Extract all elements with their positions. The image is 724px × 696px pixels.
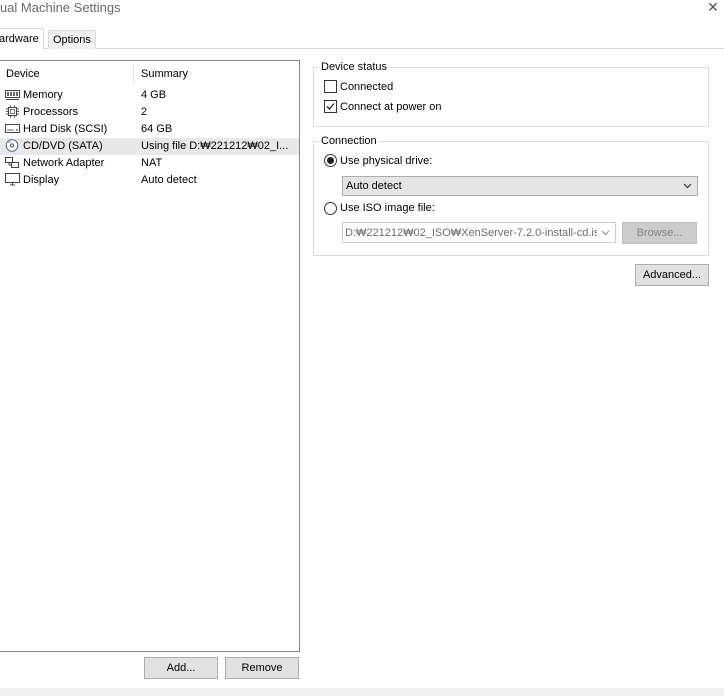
connect-at-power-on-checkbox[interactable] xyxy=(324,100,337,113)
device-name: Hard Disk (SCSI) xyxy=(23,123,108,135)
checkmark-icon xyxy=(326,103,335,110)
device-summary: Auto detect xyxy=(141,174,197,186)
device-summary: 4 GB xyxy=(141,89,167,101)
connected-checkbox[interactable] xyxy=(324,80,337,93)
device-list[interactable]: Device Summary Memory 4 GB Processors 2 xyxy=(0,60,300,652)
use-iso-image-radio[interactable] xyxy=(324,202,337,215)
device-column-header[interactable]: Device xyxy=(6,68,40,80)
device-name: Display xyxy=(23,174,60,186)
window-title: rtual Machine Settings xyxy=(0,0,121,15)
summary-column-header[interactable]: Summary xyxy=(141,68,188,80)
use-physical-drive-label[interactable]: Use physical drive: xyxy=(340,155,432,167)
physical-drive-value: Auto detect xyxy=(346,180,402,192)
device-list-header: Device Summary xyxy=(0,61,299,85)
device-summary: NAT xyxy=(141,157,163,169)
use-iso-image-label[interactable]: Use ISO image file: xyxy=(340,202,435,214)
network-adapter-icon xyxy=(5,157,19,168)
advanced-button[interactable]: Advanced... xyxy=(635,264,709,286)
connect-at-power-on-label[interactable]: Connect at power on xyxy=(340,101,442,113)
hard-disk-icon xyxy=(5,124,20,133)
iso-image-path-value: D:₩221212₩02_ISO₩XenServer-7.2.0-install… xyxy=(345,227,597,239)
device-row-display[interactable]: Display Auto detect xyxy=(0,172,299,189)
device-name: Memory xyxy=(23,89,63,101)
use-physical-drive-radio[interactable] xyxy=(324,154,337,167)
chevron-down-icon xyxy=(601,230,610,236)
chevron-down-icon xyxy=(683,183,692,189)
connected-label[interactable]: Connected xyxy=(340,81,393,93)
device-row-cd-dvd[interactable]: CD/DVD (SATA) Using file D:₩221212₩02_I.… xyxy=(0,138,299,155)
device-row-processors[interactable]: Processors 2 xyxy=(0,104,299,121)
tab-hardware[interactable]: ardware xyxy=(0,28,44,50)
device-row-network-adapter[interactable]: Network Adapter NAT xyxy=(0,155,299,172)
connection-legend: Connection xyxy=(319,135,379,147)
device-status-group xyxy=(313,67,709,127)
device-summary: Using file D:₩221212₩02_I... xyxy=(141,140,289,152)
tab-strip-divider xyxy=(0,48,724,49)
physical-drive-dropdown[interactable]: Auto detect xyxy=(342,176,698,196)
tab-options[interactable]: Options xyxy=(48,30,96,49)
device-status-legend: Device status xyxy=(319,61,390,73)
device-summary: 64 GB xyxy=(141,123,173,135)
column-divider[interactable] xyxy=(133,63,134,83)
device-name: CD/DVD (SATA) xyxy=(23,140,103,152)
remove-button[interactable]: Remove xyxy=(225,657,299,679)
processor-icon xyxy=(6,105,19,118)
memory-icon xyxy=(5,90,20,100)
iso-image-path-combo[interactable]: D:₩221212₩02_ISO₩XenServer-7.2.0-install… xyxy=(342,222,616,243)
device-name: Network Adapter xyxy=(23,157,105,169)
dialog-bottom-strip xyxy=(0,688,724,696)
close-icon[interactable]: ✕ xyxy=(706,0,720,14)
device-name: Processors xyxy=(23,106,79,118)
radio-selected-dot xyxy=(327,157,334,164)
device-row-hard-disk[interactable]: Hard Disk (SCSI) 64 GB xyxy=(0,121,299,138)
display-icon xyxy=(5,173,20,186)
browse-button[interactable]: Browse... xyxy=(622,222,697,244)
add-button[interactable]: Add... xyxy=(144,657,218,679)
cd-dvd-icon xyxy=(5,139,19,152)
device-row-memory[interactable]: Memory 4 GB xyxy=(0,87,299,104)
device-summary: 2 xyxy=(141,106,148,118)
